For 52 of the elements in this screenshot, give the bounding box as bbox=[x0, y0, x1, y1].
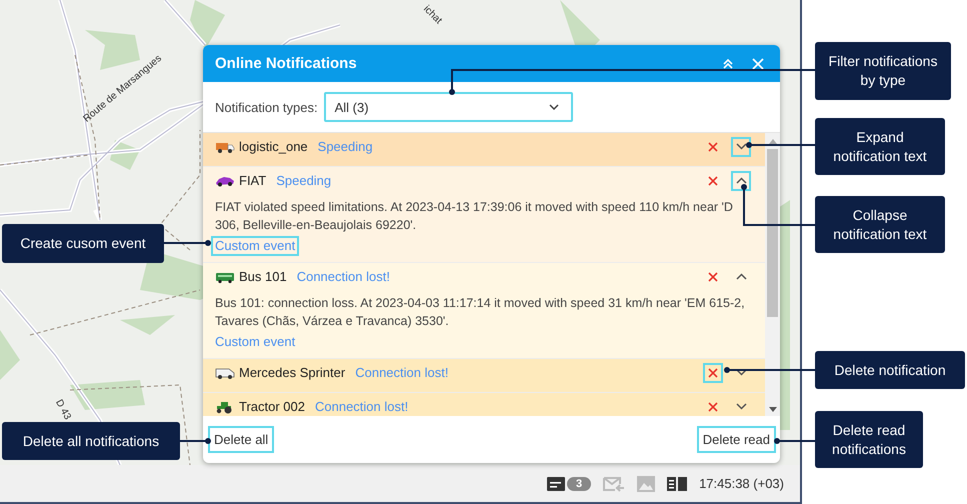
cross-icon bbox=[708, 272, 718, 282]
delete-read-button[interactable]: Delete read bbox=[696, 426, 776, 453]
leader-line bbox=[164, 240, 211, 246]
notification-text: FIAT violated speed limitations. At 2023-04-13 17:39:06 it moved with speed 110 km/h near 'D 306, Belleville-en-Beaujolais 69220'. bbox=[215, 199, 734, 234]
event-type-link[interactable]: Connection lost! bbox=[355, 365, 448, 380]
chevron-down-icon bbox=[736, 143, 746, 150]
cross-icon bbox=[708, 402, 718, 412]
close-icon[interactable] bbox=[752, 58, 764, 70]
unit-name: Mercedes Sprinter bbox=[239, 365, 346, 380]
type-dropdown[interactable]: All (3) bbox=[324, 92, 573, 122]
event-type-link[interactable]: Connection lost! bbox=[296, 269, 390, 284]
delete-button[interactable] bbox=[703, 362, 723, 382]
chevron-down-icon bbox=[736, 403, 746, 410]
event-type-link[interactable]: Speeding bbox=[318, 139, 373, 154]
notification-text: Bus 101: connection loss. At 2023-04-03 11:17:14 it moved with speed 31 km/h near 'EM 615-2, Tavares (Chãs, Várzea e Travanca) 3530'. bbox=[215, 295, 746, 330]
message-list-icon[interactable] bbox=[546, 476, 565, 490]
callout-label: Create cusom event bbox=[2, 224, 164, 263]
unit-name: FIAT bbox=[239, 173, 266, 188]
leader-line bbox=[746, 142, 815, 148]
unit-name: Tractor 002 bbox=[239, 399, 305, 414]
scroll-down-icon[interactable] bbox=[768, 407, 776, 412]
delete-all-button[interactable]: Delete all bbox=[208, 426, 274, 453]
van-icon bbox=[215, 366, 235, 380]
callout-label: Expand notification text bbox=[815, 118, 945, 175]
chevron-up-icon bbox=[736, 177, 746, 184]
callout-label: Delete read notifications bbox=[815, 411, 923, 468]
caret-down-icon bbox=[548, 104, 559, 110]
custom-event-link[interactable]: Custom event bbox=[211, 236, 300, 256]
dialog-title: Online Notifications bbox=[215, 55, 358, 72]
cross-icon bbox=[708, 368, 718, 378]
unit-name: logistic_one bbox=[239, 139, 308, 154]
chevron-up-icon bbox=[736, 273, 746, 280]
filter-label: Notification types: bbox=[215, 100, 318, 114]
clock-time: 17:45:38 (+03) bbox=[699, 476, 784, 491]
cross-icon bbox=[708, 176, 718, 186]
scrollbar[interactable] bbox=[765, 133, 780, 416]
unit-name: Bus 101 bbox=[239, 269, 287, 284]
event-type-link[interactable]: Speeding bbox=[276, 173, 332, 188]
leader-line bbox=[774, 438, 815, 444]
callout-label: Delete all notifications bbox=[2, 422, 180, 460]
columns-icon[interactable] bbox=[667, 476, 688, 490]
double-chevron-up-icon[interactable] bbox=[722, 58, 734, 70]
callout-label: Delete notification bbox=[815, 351, 965, 389]
cross-icon bbox=[708, 142, 718, 152]
callout-label: Collapse notification text bbox=[815, 196, 945, 253]
count-badge: 3 bbox=[566, 476, 592, 490]
event-type-link[interactable]: Connection lost! bbox=[315, 399, 408, 414]
callout-label: Filter notifications by type bbox=[815, 42, 951, 100]
chevron-down-icon bbox=[736, 369, 746, 376]
road-label: D 43 bbox=[53, 398, 73, 422]
leader-line bbox=[180, 438, 211, 444]
custom-event-link[interactable]: Custom event bbox=[211, 332, 300, 352]
